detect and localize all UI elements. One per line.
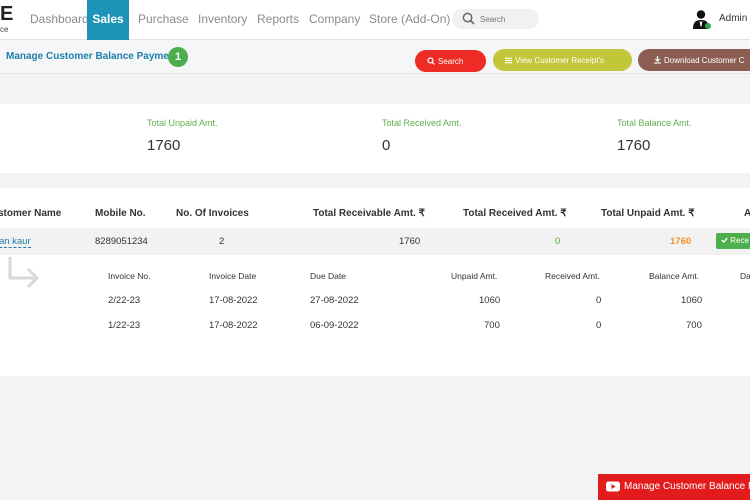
receive-payment-button[interactable]: Rece <box>716 233 750 249</box>
nav-company[interactable]: Company <box>309 0 360 40</box>
invoice-count-cell: 2 <box>219 236 225 247</box>
count-badge: 1 <box>168 47 188 67</box>
video-help-label: Manage Customer Balance P <box>624 481 750 492</box>
download-icon <box>654 55 661 64</box>
col-total-receivable: Total Receivable Amt. ₹ <box>313 208 425 219</box>
total-balance-label: Total Balance Amt. <box>617 118 692 128</box>
totals-summary-card: Total Unpaid Amt. 1760 Total Received Am… <box>0 104 750 173</box>
sub-unpaid: 1060 <box>479 295 501 306</box>
nav-purchase[interactable]: Purchase <box>138 0 189 40</box>
check-icon <box>721 237 728 244</box>
top-navbar: E ce Dashboard Sales Purchase Inventory … <box>0 0 750 40</box>
sub-invoice-no: 2/22-23 <box>108 295 141 306</box>
customer-balance-table: stomer Name Mobile No. No. Of Invoices T… <box>0 188 750 376</box>
col-customer-name: stomer Name <box>0 208 62 219</box>
col-mobile-no: Mobile No. <box>95 208 146 219</box>
sub-row-arrow-icon <box>8 257 40 289</box>
sub-invoice-date: 17-08-2022 <box>209 320 258 331</box>
col-action: A <box>744 208 750 219</box>
total-balance-value: 1760 <box>617 137 651 154</box>
nav-reports[interactable]: Reports <box>257 0 299 40</box>
customer-name-link[interactable]: an kaur <box>0 236 31 248</box>
search-input[interactable] <box>480 12 535 26</box>
sub-col-received: Received Amt. <box>545 271 600 281</box>
sub-invoice-no: 1/22-23 <box>108 320 141 331</box>
user-name[interactable]: Admin <box>719 13 747 24</box>
nav-dashboard[interactable]: Dashboard <box>30 0 89 40</box>
view-receipts-label: View Customer Receipt's <box>515 55 604 65</box>
sub-unpaid: 700 <box>484 320 500 331</box>
search-icon <box>462 12 475 25</box>
logo-small-text: ce <box>0 25 9 34</box>
sub-balance: 1060 <box>681 295 703 306</box>
video-help-button[interactable]: Manage Customer Balance P <box>598 474 750 500</box>
search-button-label: Search <box>438 56 464 66</box>
search-button[interactable]: Search <box>415 50 486 72</box>
sub-invoice-date: 17-08-2022 <box>209 295 258 306</box>
total-received-value: 0 <box>382 137 391 154</box>
total-received-label: Total Received Amt. <box>382 118 462 128</box>
download-customer-button[interactable]: Download Customer C <box>638 49 750 71</box>
online-status-dot <box>705 23 711 29</box>
table-row: an kaur 8289051234 2 1760 0 1760 Rece <box>0 228 750 255</box>
search-icon <box>427 56 435 65</box>
sub-col-extra: Da <box>740 271 750 281</box>
unpaid-cell: 1760 <box>670 236 692 247</box>
mobile-no-cell: 8289051234 <box>95 236 148 247</box>
receive-button-label: Rece <box>730 236 749 245</box>
sub-col-invoice-date: Invoice Date <box>209 271 257 281</box>
list-icon <box>505 57 512 63</box>
sub-due-date: 06-09-2022 <box>310 320 359 331</box>
sub-received: 0 <box>596 320 602 331</box>
logo-big-text: E <box>0 3 14 25</box>
sub-received: 0 <box>596 295 602 306</box>
page-title: Manage Customer Balance Payments <box>6 51 184 62</box>
global-search[interactable] <box>452 9 539 29</box>
col-total-received: Total Received Amt. ₹ <box>463 208 567 219</box>
sub-col-balance: Balance Amt. <box>649 271 700 281</box>
nav-sales[interactable]: Sales <box>87 0 129 40</box>
col-total-unpaid: Total Unpaid Amt. ₹ <box>601 208 695 219</box>
youtube-icon <box>606 481 620 492</box>
receivable-cell: 1760 <box>399 236 421 247</box>
view-customer-receipts-button[interactable]: View Customer Receipt's <box>493 49 632 71</box>
received-cell: 0 <box>555 236 561 247</box>
download-button-label: Download Customer C <box>664 55 745 65</box>
sub-due-date: 27-08-2022 <box>310 295 359 306</box>
sub-col-invoice-no: Invoice No. <box>108 271 151 281</box>
total-unpaid-label: Total Unpaid Amt. <box>147 118 218 128</box>
nav-store-addon[interactable]: Store (Add-On) <box>369 0 450 40</box>
sub-col-unpaid: Unpaid Amt. <box>451 271 498 281</box>
nav-inventory[interactable]: Inventory <box>198 0 247 40</box>
total-unpaid-value: 1760 <box>147 137 181 154</box>
col-no-of-invoices: No. Of Invoices <box>176 208 249 219</box>
sub-balance: 700 <box>686 320 702 331</box>
sub-col-due-date: Due Date <box>310 271 346 281</box>
